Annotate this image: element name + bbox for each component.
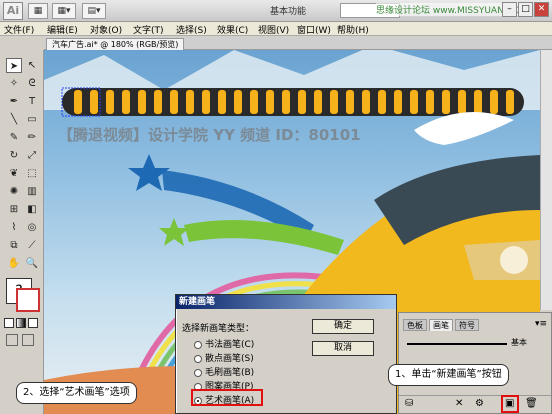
paintbrush-tool-icon[interactable]: ✎ [6,130,22,145]
highlight-new-brush [501,395,519,413]
selection-tool-icon[interactable]: ➤ [6,58,22,73]
maximize-button[interactable]: □ [518,2,533,17]
artboard-tool-icon[interactable]: ⧉ [6,238,22,253]
option-bristle[interactable]: 毛刷画笔(B) [194,365,254,378]
step1-callout: 1、单击“新建画笔”按钮 [388,364,509,386]
options-icon[interactable]: ⚙ [475,398,484,409]
magic-wand-icon[interactable]: ✧ [6,76,22,91]
dialog-title: 新建画笔 [176,295,396,309]
arrange-button[interactable]: ▤▾ [82,3,106,19]
menu-object[interactable]: 对象(O) [90,23,122,36]
ok-button[interactable]: 确定 [312,319,374,334]
tools-panel: ➤ ↖ ✧ ᘓ ✒ T ╲ ▭ ✎ ✏ ↻ ⤢ ❦ ⬚ ✺ ▥ ⊞ ◧ ⌇ ◎ … [0,50,44,414]
panel-menu-icon[interactable]: ▾≡ [535,319,547,329]
type-tool-icon[interactable]: T [24,94,40,109]
basic-stroke-preview[interactable] [407,343,507,345]
menu-effect[interactable]: 效果(C) [217,23,248,36]
screen-mode-icon[interactable] [22,334,34,346]
line-tool-icon[interactable]: ╲ [6,112,22,127]
radio-icon [194,354,202,363]
document-tab[interactable]: 汽车广告.ai* @ 180% (RGB/预览) [46,38,185,50]
cancel-button[interactable]: 取消 [312,341,374,356]
scale-tool-icon[interactable]: ⤢ [24,148,40,163]
menu-type[interactable]: 文字(T) [133,23,164,36]
mesh-tool-icon[interactable]: ⊞ [6,202,22,217]
menu-file[interactable]: 文件(F) [4,23,34,36]
lasso-icon[interactable]: ᘓ [24,76,40,91]
menu-help[interactable]: 帮助(H) [337,23,369,36]
minimize-button[interactable]: – [502,2,517,17]
direct-selection-tool-icon[interactable]: ↖ [24,58,40,73]
tab-swatches[interactable]: 色板 [403,319,427,331]
blend-tool-icon[interactable]: ◎ [24,220,40,235]
menu-select[interactable]: 选择(S) [176,23,207,36]
option-label: 散点画笔(S) [205,354,254,364]
title-bar: Ai ▦ ▦▾ ▤▾ 基本功能 思缘设计论坛 www.MISSYUAN.COM … [0,0,552,22]
rectangle-tool-icon[interactable]: ▭ [24,112,40,127]
brush-library-icon[interactable]: ⛁ [405,398,413,409]
warp-tool-icon[interactable]: ❦ [6,166,22,181]
graph-tool-icon[interactable]: ▥ [24,184,40,199]
option-calligraphic[interactable]: 书法画笔(C) [194,337,254,350]
option-label: 毛刷画笔(B) [205,368,255,378]
radio-icon [194,368,202,377]
document-tab-bar: 汽车广告.ai* @ 180% (RGB/预览) [44,37,552,50]
trash-icon[interactable]: 🗑 [525,398,538,409]
menu-edit[interactable]: 编辑(E) [47,23,78,36]
watermark-overlay: 【腾退视频】设计学院 YY 频道 ID：80101 [58,126,361,144]
stroke-swatch[interactable] [16,288,40,312]
draw-normal-icon[interactable] [6,334,18,346]
menu-bar: 文件(F) 编辑(E) 对象(O) 文字(T) 选择(S) 效果(C) 视图(V… [0,22,552,36]
step2-callout: 2、选择“艺术画笔”选项 [16,382,137,404]
none-mode-icon[interactable] [28,318,38,328]
highlight-art-option [191,389,263,406]
pen-tool-icon[interactable]: ✒ [6,94,22,109]
free-transform-icon[interactable]: ⬚ [24,166,40,181]
hand-tool-icon[interactable]: ✋ [6,256,22,271]
option-scatter[interactable]: 散点画笔(S) [194,351,254,364]
eyedropper-icon[interactable]: ⌇ [6,220,22,235]
zoom-tool-icon[interactable]: 🔍 [24,256,40,271]
tab-symbols[interactable]: 符号 [455,319,479,331]
brush-type-label: 选择新画笔类型： [182,324,255,334]
menu-window[interactable]: 窗口(W) [297,23,331,36]
panel-footer: ⛁ ✕ ⚙ ▣ 🗑 [399,395,551,413]
close-button[interactable]: ✕ [534,2,549,17]
color-mode-icon[interactable] [4,318,14,328]
option-label: 书法画笔(C) [205,340,255,350]
slice-tool-icon[interactable]: ⟋ [24,238,40,253]
menu-view[interactable]: 视图(V) [258,23,289,36]
pencil-tool-icon[interactable]: ✏ [24,130,40,145]
tab-brushes[interactable]: 画笔 [429,319,453,331]
new-brush-dialog: 新建画笔 选择新画笔类型： 书法画笔(C) 散点画笔(S) 毛刷画笔(B) 图案… [175,294,397,414]
rotate-tool-icon[interactable]: ↻ [6,148,22,163]
vertical-scrollbar[interactable] [540,50,552,310]
bridge-button[interactable]: ▦ [28,3,48,19]
basic-stroke-label: 基本 [511,338,527,347]
gradient-mode-icon[interactable] [16,318,26,328]
gradient-tool-icon[interactable]: ◧ [24,202,40,217]
remove-stroke-icon[interactable]: ✕ [455,398,463,409]
view-mode-button[interactable]: ▦▾ [52,3,76,19]
ai-logo: Ai [3,2,23,20]
brushes-panel: 色板 画笔 符号 ▾≡ 基本 ⛁ ✕ ⚙ ▣ 🗑 [398,312,552,414]
symbol-sprayer-icon[interactable]: ✺ [6,184,22,199]
workspace-switcher[interactable]: 基本功能 [270,4,306,17]
radio-icon [194,340,202,349]
